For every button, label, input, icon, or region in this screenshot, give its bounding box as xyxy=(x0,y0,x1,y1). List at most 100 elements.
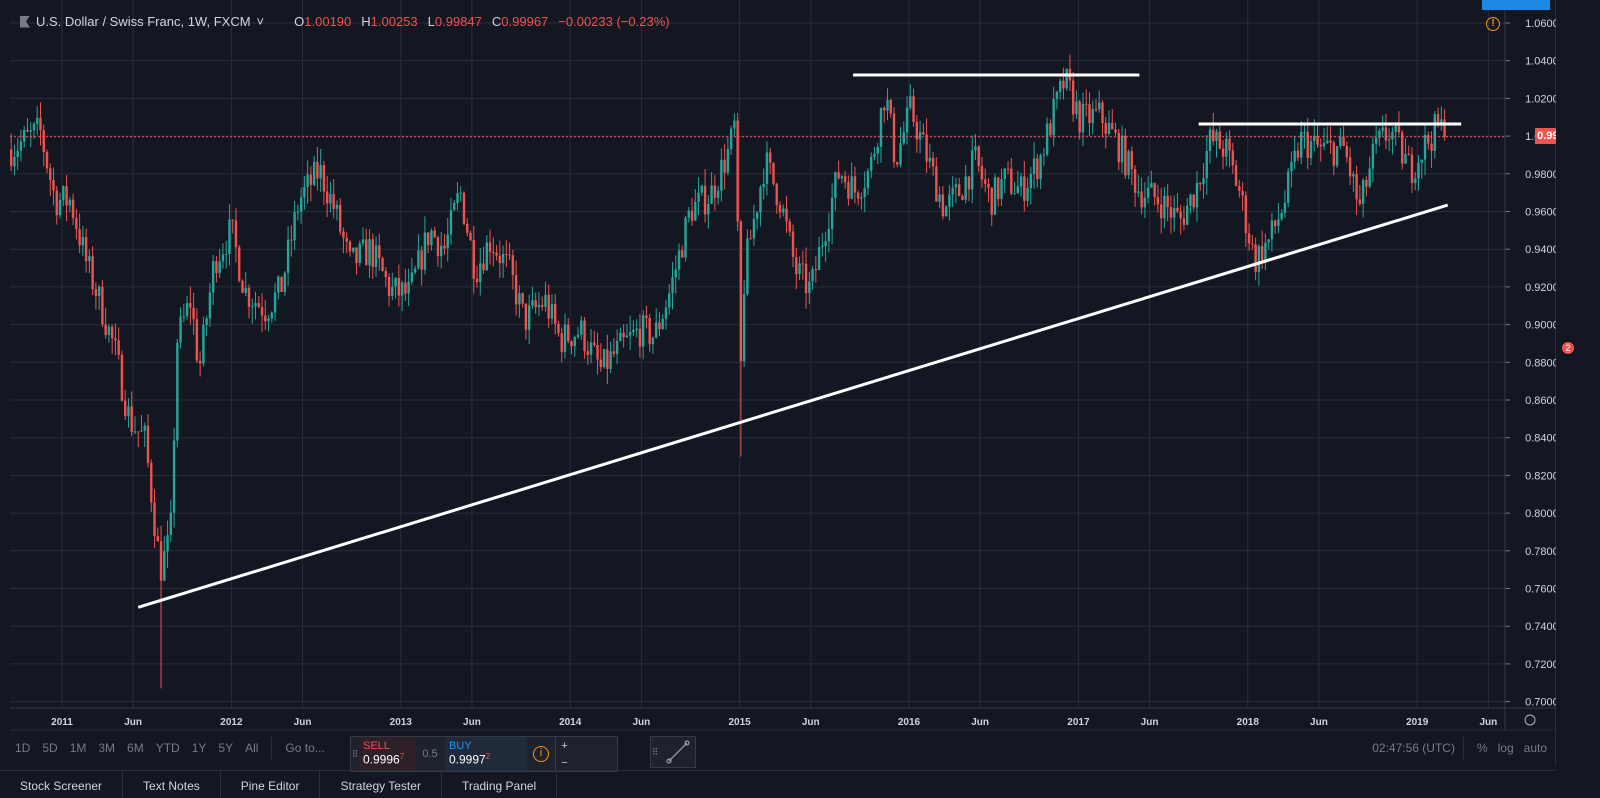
chart-area[interactable]: 1.060001.040001.020001.000000.980000.960… xyxy=(0,0,1579,765)
candle xyxy=(713,175,717,211)
candle xyxy=(16,138,19,170)
range-1m[interactable]: 1M xyxy=(65,741,92,755)
candle xyxy=(169,499,173,543)
candle-body xyxy=(1423,134,1427,160)
range-3m[interactable]: 3M xyxy=(93,741,120,755)
drag-handle-icon[interactable]: ⠿ xyxy=(651,747,659,758)
candle-body xyxy=(117,340,120,355)
candle xyxy=(404,268,407,301)
y-tick-label: 0.72000 xyxy=(1525,659,1556,671)
candle xyxy=(1319,138,1322,162)
candle-body xyxy=(1433,114,1436,151)
range-1d[interactable]: 1D xyxy=(10,741,35,755)
candle-body xyxy=(928,157,932,162)
candle xyxy=(1345,141,1349,163)
minus-button[interactable]: − xyxy=(561,757,567,769)
drag-handle-icon[interactable]: ⠿ xyxy=(351,737,359,771)
candle-body xyxy=(273,292,277,313)
price-chart[interactable]: 1.060001.040001.020001.000000.980000.960… xyxy=(0,0,1556,765)
candle xyxy=(935,156,938,202)
goto-button[interactable]: Go to... xyxy=(280,741,329,755)
range-ytd[interactable]: YTD xyxy=(151,741,185,755)
candle xyxy=(531,286,534,309)
tab-trading-panel[interactable]: Trading Panel xyxy=(442,771,558,798)
candle xyxy=(234,208,238,263)
candle xyxy=(1244,191,1248,247)
range-all[interactable]: All xyxy=(240,741,263,755)
candle xyxy=(700,184,704,196)
candle xyxy=(29,122,32,148)
candle xyxy=(1391,126,1394,155)
candle-body xyxy=(1254,244,1257,272)
warning-icon[interactable]: ! xyxy=(1486,17,1500,31)
range-5y[interactable]: 5Y xyxy=(213,741,238,755)
low-value: 0.99847 xyxy=(434,14,482,29)
candle-body xyxy=(13,156,16,167)
clock: 02:47:56 (UTC) xyxy=(1372,741,1455,755)
candle-body xyxy=(1003,168,1006,180)
candle-body xyxy=(980,166,984,180)
info-icon[interactable]: i xyxy=(527,737,555,771)
candle-body xyxy=(286,239,290,273)
candle-body xyxy=(23,130,26,142)
trendline-tool-icon[interactable] xyxy=(659,737,695,767)
candle-body xyxy=(378,245,381,259)
candle-body xyxy=(782,208,785,213)
chevron-down-icon[interactable]: ˅ xyxy=(257,14,265,29)
candle xyxy=(1257,244,1261,286)
candle-body xyxy=(264,315,267,322)
tab-strategy-tester[interactable]: Strategy Tester xyxy=(320,771,442,798)
candle xyxy=(260,293,264,333)
candle xyxy=(990,187,993,227)
buy-button[interactable]: BUY 0.99972 xyxy=(445,737,527,771)
tab-pine-editor[interactable]: Pine Editor xyxy=(221,771,321,798)
candle xyxy=(153,489,156,548)
candle xyxy=(690,197,694,226)
candle xyxy=(501,245,505,278)
candle xyxy=(697,177,700,215)
candle xyxy=(247,284,251,319)
candle xyxy=(430,228,433,251)
candle-body xyxy=(397,277,401,296)
candle-body xyxy=(410,272,414,282)
candle-body xyxy=(498,255,502,264)
range-6m[interactable]: 6M xyxy=(122,741,149,755)
percent-scale-button[interactable]: % xyxy=(1472,741,1493,755)
tab-stock-screener[interactable]: Stock Screener xyxy=(0,771,124,798)
candle-body xyxy=(88,256,91,262)
close-value: 0.99967 xyxy=(501,14,549,29)
candle xyxy=(788,218,791,237)
candle-body xyxy=(9,149,13,167)
y-tick-label: 0.82000 xyxy=(1525,470,1556,482)
candle xyxy=(1348,147,1352,186)
range-1y[interactable]: 1Y xyxy=(187,741,212,755)
candle xyxy=(104,307,107,339)
notification-badge[interactable]: 2 xyxy=(1562,342,1574,354)
auto-scale-button[interactable]: auto xyxy=(1519,741,1552,755)
log-scale-button[interactable]: log xyxy=(1493,741,1519,755)
candle-body xyxy=(42,130,45,153)
candle-body xyxy=(1091,109,1094,124)
candle-body xyxy=(192,307,195,320)
candle-body xyxy=(1391,131,1394,140)
plus-button[interactable]: + xyxy=(561,740,567,752)
candle xyxy=(817,236,821,271)
candle xyxy=(769,147,772,175)
buy-price: 0.9997 xyxy=(449,752,486,767)
candle-body xyxy=(524,303,528,330)
candle-body xyxy=(456,193,459,203)
candle-body xyxy=(990,187,993,215)
candle-body xyxy=(1000,179,1003,200)
tab-text-notes[interactable]: Text Notes xyxy=(123,771,221,798)
sell-button[interactable]: SELL 0.99967 xyxy=(359,737,415,771)
candle xyxy=(1120,125,1124,173)
candle xyxy=(1199,181,1202,191)
settings-icon[interactable] xyxy=(1524,714,1536,726)
symbol-title[interactable]: U.S. Dollar / Swiss Franc, 1W, FXCM xyxy=(36,14,251,29)
candle-body xyxy=(189,303,192,308)
range-5d[interactable]: 5D xyxy=(37,741,62,755)
candle-body xyxy=(1023,176,1026,201)
candle-body xyxy=(1238,185,1241,191)
top-action-button[interactable] xyxy=(1482,0,1550,10)
candle-body xyxy=(436,237,440,257)
